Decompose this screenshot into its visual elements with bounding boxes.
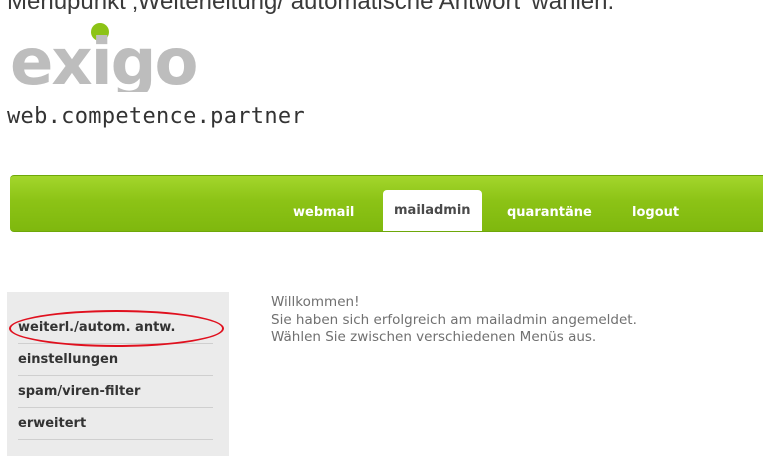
sidebar-item-weiterleitung[interactable]: weiterl./autom. antw. <box>18 313 213 344</box>
sidebar-item-spam-filter[interactable]: spam/viren-filter <box>18 377 213 408</box>
sidebar-item-einstellungen[interactable]: einstellungen <box>18 345 213 376</box>
sidebar-menu: weiterl./autom. antw. einstellungen spam… <box>7 292 229 456</box>
welcome-line: Wählen Sie zwischen verschiedenen Menüs … <box>271 329 597 345</box>
welcome-line: Sie haben sich erfolgreich am mailadmin … <box>271 311 637 328</box>
nav-mailadmin[interactable]: mailadmin <box>383 190 482 231</box>
exigo-logo: exigo <box>10 23 198 92</box>
main-nav-bar: webmail mailadmin quarantäne logout <box>10 175 763 232</box>
instruction-caption: Menüpunkt ‚Weiterleitung/ automatische A… <box>7 0 615 15</box>
welcome-line: Willkommen! <box>271 294 360 310</box>
logo-text: exigo <box>10 26 196 92</box>
nav-quarantaene[interactable]: quarantäne <box>507 200 592 231</box>
tagline: web.competence.partner <box>7 104 305 129</box>
welcome-message: Willkommen! Sie haben sich erfolgreich a… <box>271 294 637 347</box>
nav-logout[interactable]: logout <box>632 200 679 231</box>
nav-webmail[interactable]: webmail <box>293 200 354 231</box>
sidebar-item-erweitert[interactable]: erweitert <box>18 409 213 440</box>
